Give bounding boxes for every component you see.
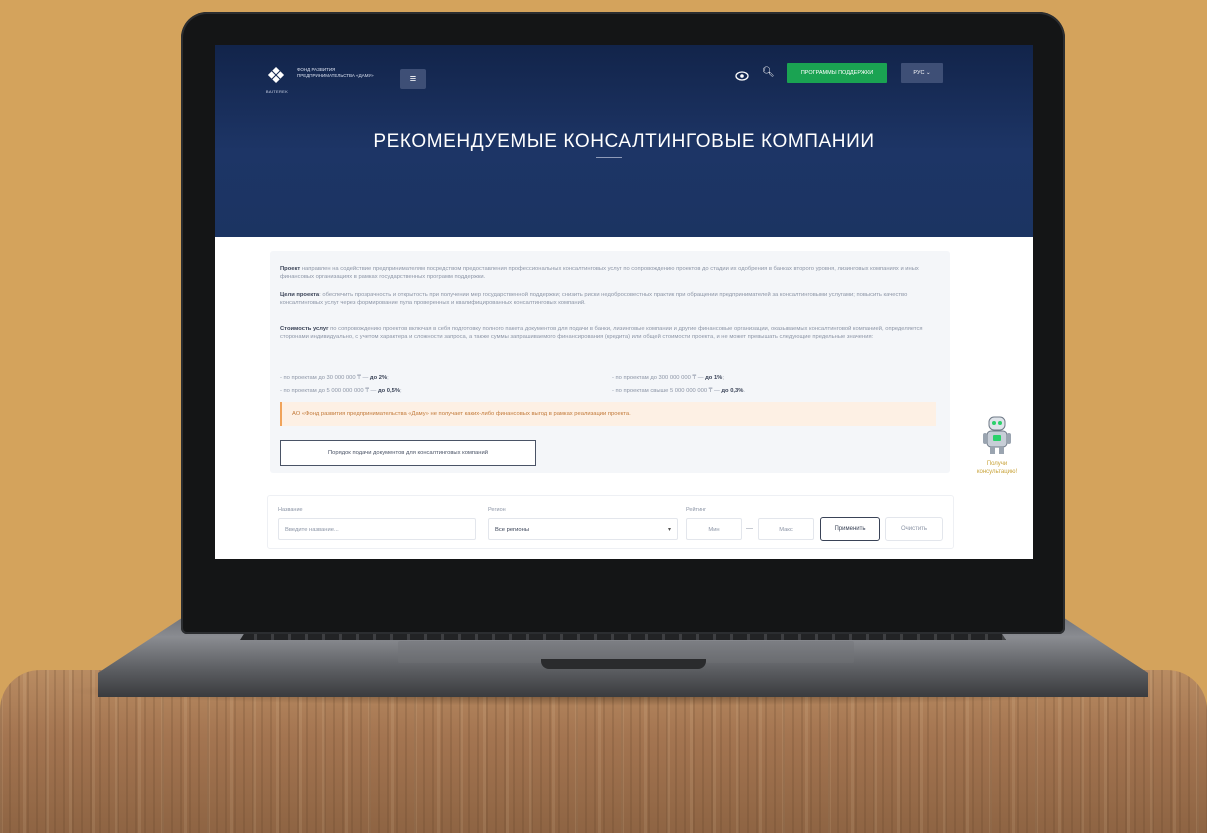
search-icon[interactable]: 🔍︎	[762, 67, 775, 78]
apply-filter-button[interactable]: Применить	[820, 517, 880, 541]
menu-icon: ≡	[409, 73, 417, 85]
region-select[interactable]: Все регионы ▾	[488, 518, 678, 540]
support-programs-button[interactable]: ПРОГРАММЫ ПОДДЕРЖКИ	[787, 63, 887, 83]
project-label: Проект	[280, 266, 301, 272]
logo-subtitle: BAITEREK	[265, 89, 289, 94]
chevron-down-icon: ⌄	[925, 70, 931, 76]
project-goals: Цели проекта: обеспечить прозрачность и …	[280, 291, 940, 307]
logo-text: ФОНД РАЗВИТИЯ ПРЕДПРИНИМАТЕЛЬСТВА «ДАМУ»	[297, 67, 374, 78]
project-info-panel: Проект направлен на содействие предприни…	[270, 251, 950, 473]
rating-max-input[interactable]: Макс	[758, 518, 814, 540]
region-select-value: Все регионы	[495, 527, 529, 533]
rating-min-input[interactable]: Мин	[686, 518, 742, 540]
name-search-input[interactable]: Введите название...	[278, 518, 476, 540]
cost-label: Стоимость услуг	[280, 326, 329, 332]
laptop-notch	[541, 659, 706, 669]
tier-item: - по проектам свыше 5 000 000 000 ₸ — до…	[612, 388, 746, 394]
title-divider	[596, 157, 622, 158]
site-header: ❖ BAITEREK ФОНД РАЗВИТИЯ ПРЕДПРИНИМАТЕЛЬ…	[215, 45, 1033, 237]
rating-range-dash: —	[746, 525, 753, 532]
name-filter-label: Название	[278, 507, 303, 513]
filter-bar: Название Введите название... Регион Все …	[267, 495, 954, 549]
notice-banner: АО «Фонд развития предпринимательства «Д…	[280, 402, 936, 426]
laptop-screen: ❖ BAITEREK ФОНД РАЗВИТИЯ ПРЕДПРИНИМАТЕЛЬ…	[215, 45, 1033, 559]
goals-label: Цели проекта	[280, 292, 320, 298]
tier-item: - по проектам до 5 000 000 000 ₸ — до 0,…	[280, 388, 402, 394]
dropdown-arrow-icon: ▾	[667, 527, 671, 533]
menu-button[interactable]: ≡	[400, 69, 426, 89]
service-cost: Стоимость услуг по сопровождению проекто…	[280, 325, 940, 341]
submission-procedure-button[interactable]: Порядок подачи документов для консалтинг…	[280, 440, 536, 466]
chatbot-label-line2: консультацию!	[976, 469, 1018, 475]
robot-icon	[983, 416, 1011, 454]
project-text: направлен на содействие предпринимателям…	[280, 266, 919, 280]
eye-icon[interactable]	[735, 69, 749, 83]
language-select[interactable]: РУС ⌄	[901, 63, 943, 83]
project-description: Проект направлен на содействие предприни…	[280, 265, 940, 281]
language-label: РУС	[913, 70, 925, 76]
chatbot-label-line1: Получи	[986, 461, 1008, 467]
goals-text: : обеспечить прозрачность и открытость п…	[280, 292, 908, 306]
baiterek-emblem-icon: ❖	[266, 63, 286, 88]
page-title: РЕКОМЕНДУЕМЫЕ КОНСАЛТИНГОВЫЕ КОМПАНИИ	[373, 131, 875, 152]
cost-text: по сопровождению проектов включая в себя…	[280, 326, 923, 340]
logo[interactable]: ❖ BAITEREK	[263, 63, 291, 101]
clear-filter-button[interactable]: Очистить	[885, 517, 943, 541]
rating-filter-label: Рейтинг	[686, 507, 707, 513]
chatbot-widget[interactable]: Получи консультацию!	[968, 415, 1026, 487]
tier-item: - по проектам до 30 000 000 ₸ — до 2%;	[280, 375, 389, 381]
tier-item: - по проектам до 300 000 000 ₸ — до 1%;	[612, 375, 724, 381]
region-filter-label: Регион	[488, 507, 506, 513]
